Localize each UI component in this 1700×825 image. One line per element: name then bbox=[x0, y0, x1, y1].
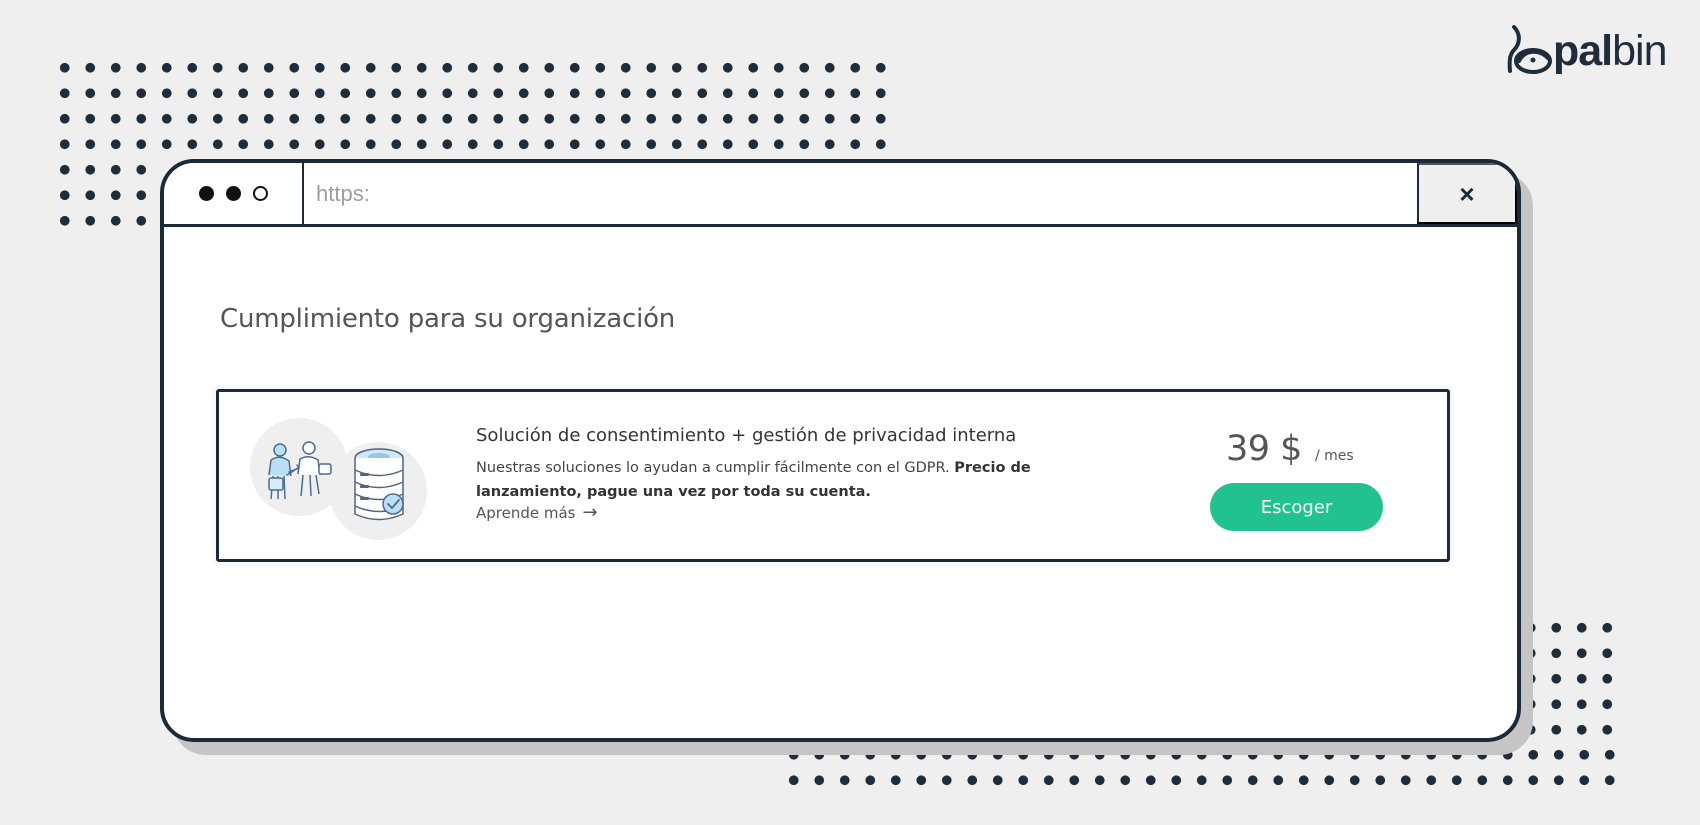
browser-toolbar: https: × bbox=[164, 163, 1517, 227]
plan-title: Solución de consentimiento + gestión de … bbox=[476, 425, 1017, 446]
window-controls bbox=[164, 163, 304, 224]
close-icon[interactable]: × bbox=[1417, 163, 1517, 224]
browser-window: https: × Cumplimiento para su organizaci… bbox=[160, 159, 1521, 742]
plan-card: Solución de consentimiento + gestión de … bbox=[216, 389, 1450, 562]
arrow-right-icon[interactable]: → bbox=[583, 504, 598, 522]
price-display: 39 $ / mes bbox=[1226, 432, 1354, 467]
window-dot-icon[interactable] bbox=[252, 186, 268, 201]
learn-more-link[interactable]: Aprende más → bbox=[476, 504, 598, 523]
address-url[interactable]: https: bbox=[316, 181, 370, 207]
plan-description-text: Nuestras soluciones lo ayudan a cumplir … bbox=[476, 460, 950, 476]
decorative-dot-pattern-right bbox=[1518, 615, 1620, 743]
page-canvas: palbin https: × Cumplimiento para su org… bbox=[0, 0, 1700, 825]
page-title: Cumplimiento para su organización bbox=[220, 304, 676, 334]
price-period: / mes bbox=[1314, 448, 1354, 464]
logo-bold-text: pal bbox=[1553, 27, 1613, 75]
palbin-logo: palbin bbox=[1505, 24, 1668, 79]
palbin-logo-icon bbox=[1507, 24, 1552, 74]
learn-more-label[interactable]: Aprende más bbox=[476, 504, 576, 522]
logo-wordmark: palbin bbox=[1553, 27, 1668, 75]
price-amount: 39 $ bbox=[1226, 429, 1302, 469]
privacy-illustration bbox=[250, 418, 427, 540]
address-bar[interactable]: https: bbox=[304, 163, 1417, 224]
database-check-icon bbox=[329, 442, 427, 540]
window-dot-icon[interactable] bbox=[225, 186, 241, 201]
plan-description: Nuestras soluciones lo ayudan a cumplir … bbox=[476, 456, 1061, 504]
decorative-dot-pattern-left bbox=[52, 157, 160, 234]
logo-light-text: bin bbox=[1612, 27, 1667, 75]
plan-info: Solución de consentimiento + gestión de … bbox=[476, 425, 1086, 523]
choose-button[interactable]: Escoger bbox=[1210, 483, 1383, 531]
window-dot-icon[interactable] bbox=[198, 186, 214, 201]
decorative-dot-pattern-top-left bbox=[52, 55, 895, 157]
